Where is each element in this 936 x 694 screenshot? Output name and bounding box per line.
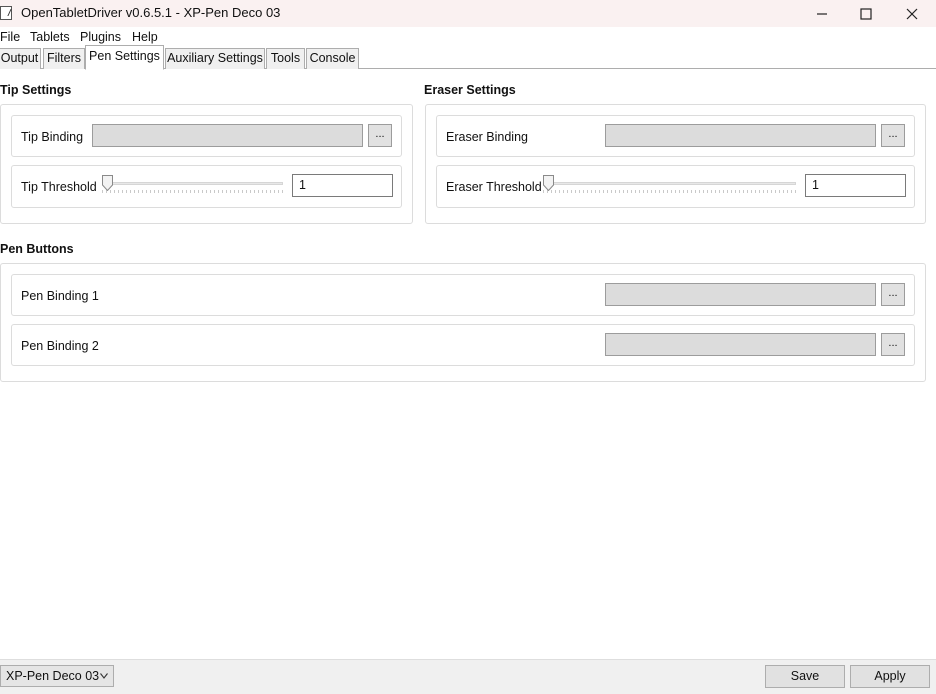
eraser-threshold-slider[interactable] [543, 175, 796, 195]
chevron-down-icon [100, 673, 108, 679]
maximize-button[interactable] [843, 0, 889, 27]
tip-binding-dialog-button[interactable]: ... [368, 124, 392, 147]
tip-threshold-row: Tip Threshold 1 [11, 165, 402, 208]
eraser-threshold-label: Eraser Threshold [446, 180, 542, 194]
app-icon [0, 6, 12, 20]
eraser-threshold-row: Eraser Threshold 1 [436, 165, 915, 208]
eraser-binding-field[interactable] [605, 124, 876, 147]
pen-binding-2-dialog-button[interactable]: ... [881, 333, 905, 356]
tab-output[interactable]: Output [0, 48, 41, 69]
tab-bar: Output Filters Pen Settings Auxiliary Se… [0, 45, 936, 70]
slider-ticks [102, 190, 283, 193]
tip-threshold-slider[interactable] [102, 175, 283, 195]
tip-binding-field[interactable] [92, 124, 363, 147]
eraser-threshold-input[interactable]: 1 [805, 174, 906, 197]
slider-thumb-icon[interactable] [102, 175, 113, 191]
tablet-select[interactable]: XP-Pen Deco 03 [0, 665, 114, 687]
eraser-binding-row: Eraser Binding ... [436, 115, 915, 157]
pen-binding-1-label: Pen Binding 1 [21, 289, 99, 303]
eraser-settings-title: Eraser Settings [424, 83, 516, 97]
tip-binding-row: Tip Binding ... [11, 115, 402, 157]
pen-buttons-title: Pen Buttons [0, 242, 74, 256]
slider-ticks [543, 190, 796, 193]
menu-help[interactable]: Help [132, 30, 158, 44]
slider-thumb-icon[interactable] [543, 175, 554, 191]
slider-track [102, 182, 283, 185]
pen-binding-2-label: Pen Binding 2 [21, 339, 99, 353]
eraser-binding-label: Eraser Binding [446, 130, 528, 144]
slider-track [543, 182, 796, 185]
eraser-binding-dialog-button[interactable]: ... [881, 124, 905, 147]
pen-binding-1-row: Pen Binding 1 ... [11, 274, 915, 316]
menu-bar: File Tablets Plugins Help [0, 27, 936, 47]
tip-threshold-label: Tip Threshold [21, 180, 97, 194]
save-button[interactable]: Save [765, 665, 845, 688]
pen-binding-2-field[interactable] [605, 333, 876, 356]
tab-tools[interactable]: Tools [266, 48, 305, 69]
tab-console[interactable]: Console [306, 48, 359, 69]
apply-button[interactable]: Apply [850, 665, 930, 688]
maximize-icon [860, 7, 872, 20]
minimize-button[interactable] [799, 0, 845, 27]
tablet-select-value: XP-Pen Deco 03 [6, 669, 100, 683]
pen-binding-1-field[interactable] [605, 283, 876, 306]
tip-threshold-input[interactable]: 1 [292, 174, 393, 197]
close-icon [906, 8, 918, 19]
tip-settings-title: Tip Settings [0, 83, 72, 97]
tab-filters[interactable]: Filters [43, 48, 85, 69]
menu-tablets[interactable]: Tablets [30, 30, 70, 44]
window-title: OpenTabletDriver v0.6.5.1 - XP-Pen Deco … [21, 5, 281, 20]
tab-auxiliary-settings[interactable]: Auxiliary Settings [165, 48, 265, 69]
title-bar: OpenTabletDriver v0.6.5.1 - XP-Pen Deco … [0, 0, 936, 27]
pen-binding-1-dialog-button[interactable]: ... [881, 283, 905, 306]
tab-pen-settings[interactable]: Pen Settings [85, 45, 164, 70]
menu-plugins[interactable]: Plugins [80, 30, 121, 44]
pen-binding-2-row: Pen Binding 2 ... [11, 324, 915, 366]
tip-binding-label: Tip Binding [21, 130, 84, 144]
minimize-icon [817, 12, 827, 15]
menu-file[interactable]: File [0, 30, 20, 44]
close-button[interactable] [889, 0, 935, 27]
